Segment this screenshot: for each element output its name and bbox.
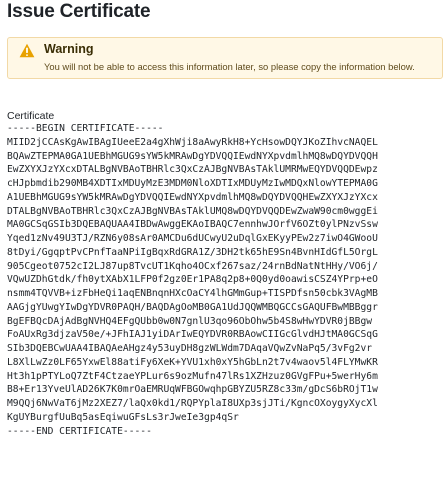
- certificate-line: Ht3h1pPTYLoQ7ZtF4CtzaeYPLur6s9ozMufn47lR…: [7, 370, 378, 382]
- certificate-line: -----END CERTIFICATE-----: [7, 425, 152, 437]
- certificate-line: M9QQj6NwVaT6jMz2XEZ7/laQx0kd1/RQPYplaI8U…: [7, 398, 378, 409]
- warning-title: Warning: [44, 42, 94, 56]
- certificate-line: MIID2jCCAsKgAwIBAgIUeeE2a4gXhWji8aAwyRkH…: [7, 136, 378, 148]
- certificate-line: L8XlLwZz0LF65YxwEl88atiFy6XeK+YVU1xh0xY5…: [7, 356, 378, 368]
- certificate-line: A1UEBhMGUG9sYW5kMRAwDgYDVQQIEwdNYXpvdmlh…: [7, 191, 378, 203]
- certificate-line: BQAwZTEPMA0GA1UEBhMGUG9sYW5kMRAwDgYDVQQI…: [7, 150, 378, 162]
- issue-certificate-page: Issue Certificate Warning You will not b…: [0, 0, 445, 490]
- page-title: Issue Certificate: [7, 1, 151, 22]
- certificate-text[interactable]: -----BEGIN CERTIFICATE----- MIID2jCCAsKgA…: [7, 122, 439, 452]
- warning-callout: Warning You will not be able to access t…: [7, 37, 443, 79]
- warning-triangle-icon: [19, 43, 35, 58]
- certificate-line: cHJpbmdib290MB4XDTIxMDUyMzE3MDM0NloXDTIx…: [7, 178, 378, 189]
- certificate-line: AAGjgYUwgYIwDgYDVR0PAQH/BAQDAgOoMB0GA1Ud…: [7, 301, 378, 313]
- certificate-line: KgUYBurgfUuBq5asEqiwuGFsLs3rJweIe3gp4qSr: [7, 411, 239, 423]
- certificate-line: MA0GCSqGSIb3DQEBAQUAA4IBDwAwggEKAoIBAQC7…: [7, 219, 378, 231]
- certificate-line: BgEFBQcDAjAdBgNVHQ4EFgQUbb0w0N7gnlU3qo96…: [7, 315, 373, 327]
- certificate-line: FoAUxRg3djzaV50e/+JFhIAJ1yiDArIwEQYDVR0R…: [7, 329, 378, 341]
- certificate-line: EwZXYXJzYXcxDTALBgNVBAoTBHRlc3QxCzAJBgNV…: [7, 164, 378, 176]
- certificate-line: 905Cgeot0752cI2LJ87up8TvcUT1Kqho4OCxf267…: [7, 260, 378, 272]
- certificate-line: nsmm4TQVVB+izFbHeQi1aqENBnqnHXcOaCY4lhGM…: [7, 288, 378, 299]
- certificate-line: DTALBgNVBAoTBHRlc3QxCzAJBgNVBAsTAklUMQ8w…: [7, 205, 378, 217]
- certificate-line: Yqed1zNv49U3TJ/RZN6y08sAr0AMCDu6dUCwyU2u…: [7, 233, 378, 244]
- certificate-line: B8+Er13YveUlAD26K7K0mrOaEMRUqWFBGOwqhpGB…: [7, 384, 378, 396]
- certificate-line: -----BEGIN CERTIFICATE-----: [7, 123, 164, 134]
- warning-message: You will not be able to access this info…: [44, 61, 415, 72]
- certificate-line: VQwUZDhGtdk/fh0ytXAbX1LFP0f2gz0Er1PA8q2p…: [7, 274, 378, 286]
- certificate-line: [7, 438, 439, 452]
- certificate-line: 8tDyi/GgqptPvCPnfTaaNPiIgBqxRdGRA1Z/3DH2…: [7, 246, 378, 258]
- certificate-line: SIb3DQEBCwUAA4IBAQAeAHgz4y53uyDH8gzWLWdm…: [7, 343, 373, 354]
